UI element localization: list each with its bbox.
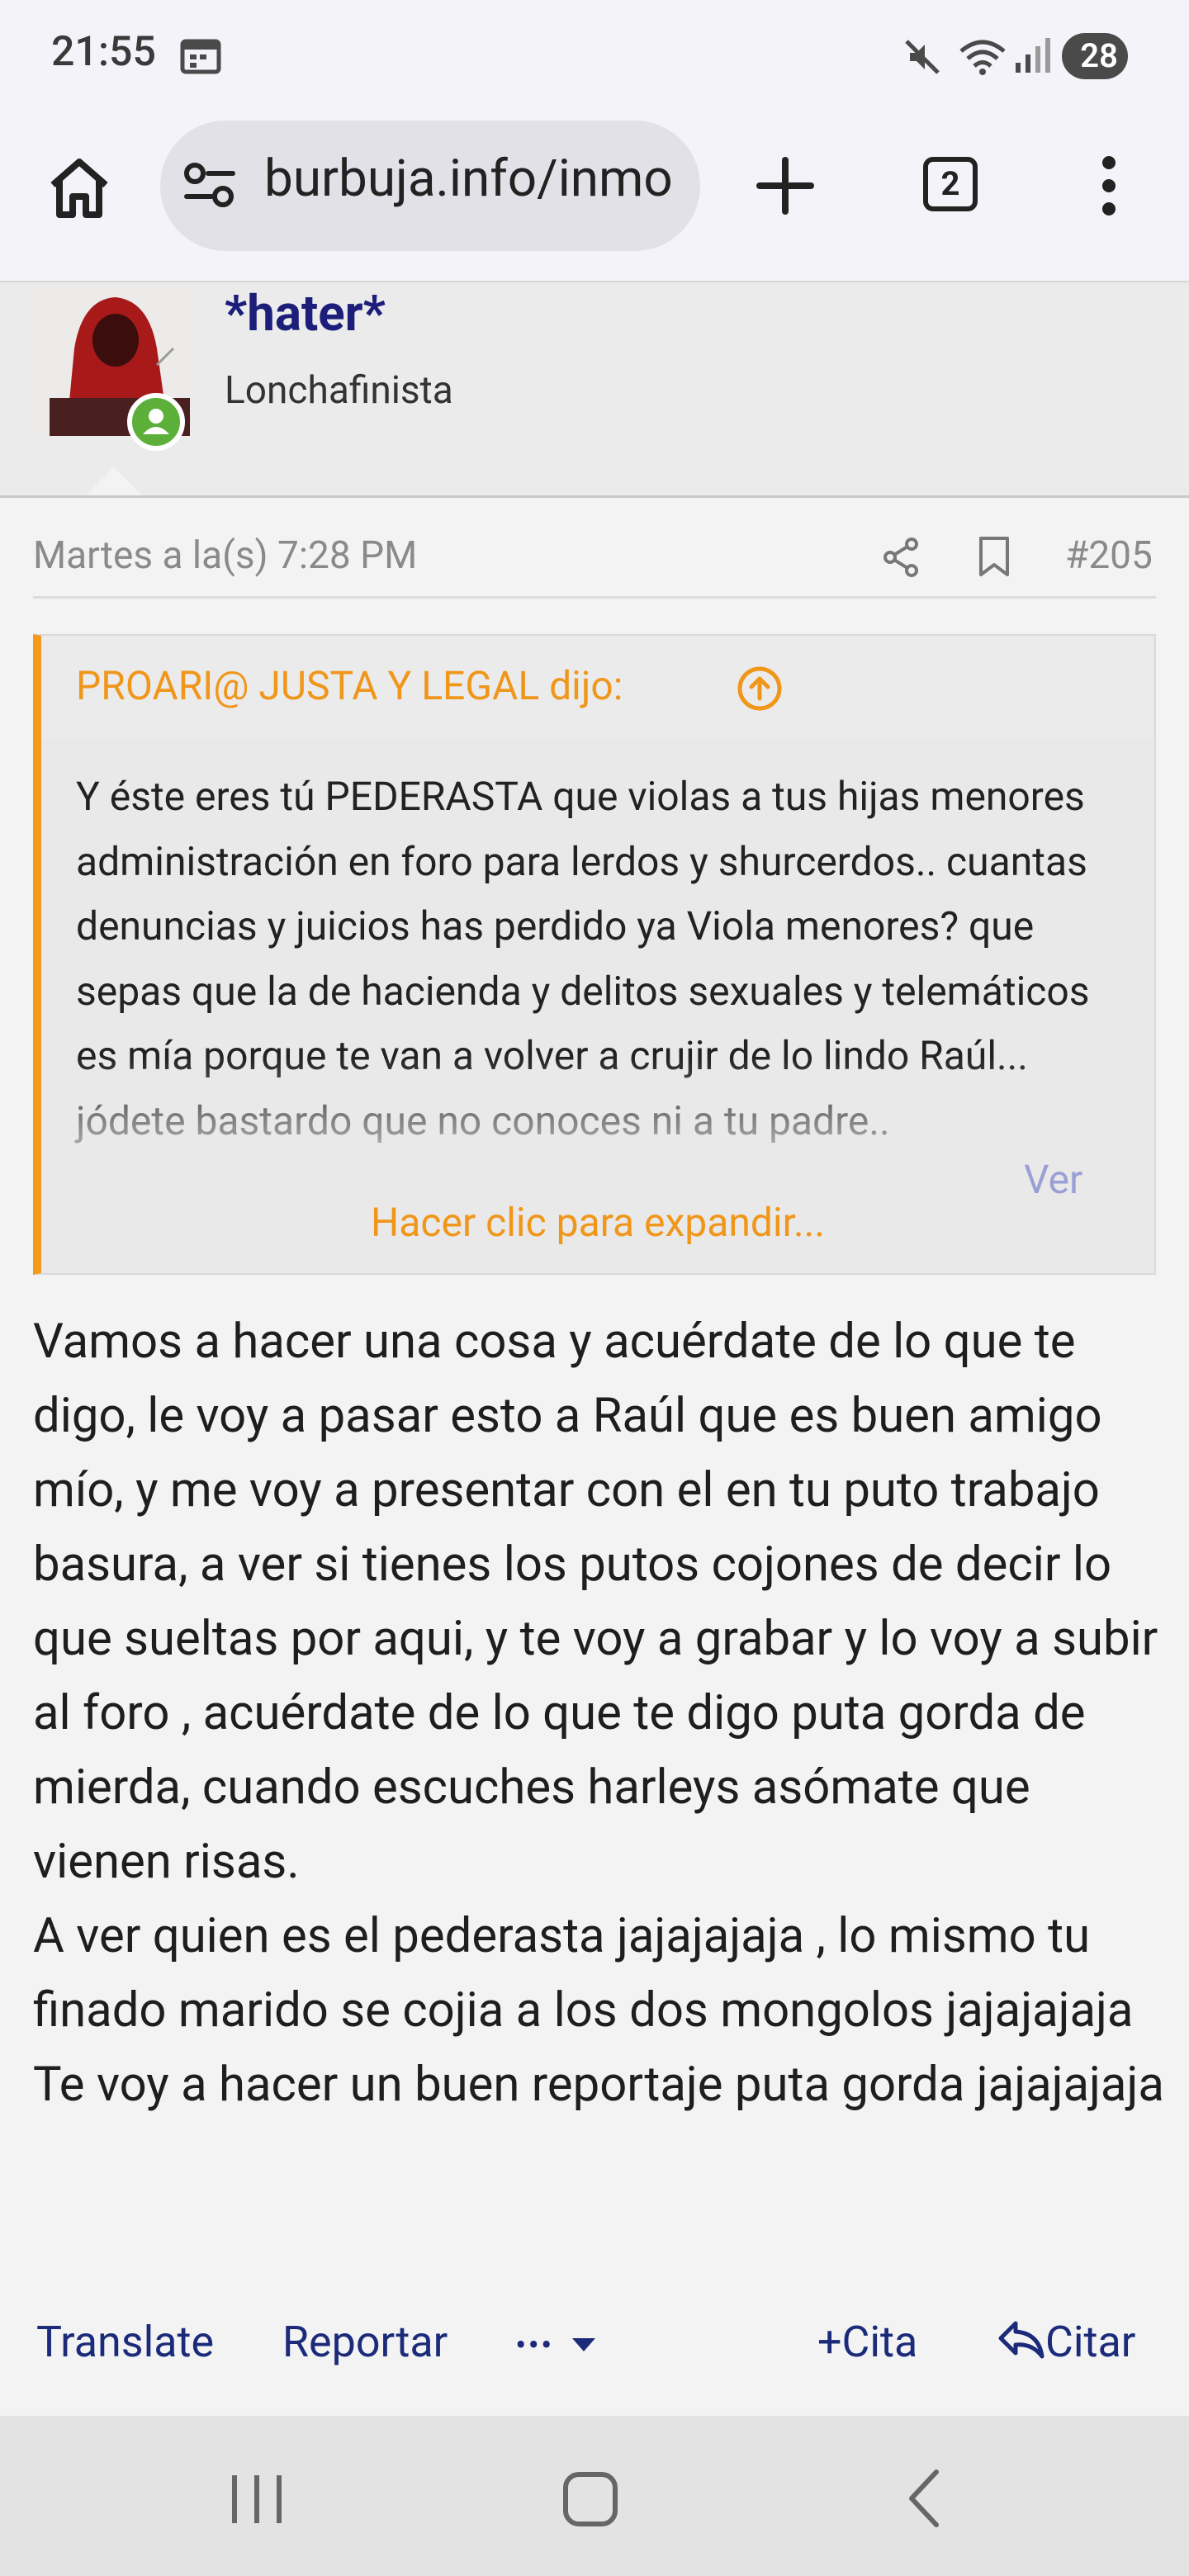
user-title: Lonchafinista <box>225 368 453 413</box>
expand-quote-link[interactable]: Hacer clic para expandir... <box>41 1199 1154 1246</box>
plus-icon: + <box>817 2317 842 2367</box>
bookmark-icon[interactable] <box>978 535 1011 581</box>
quote-author-link[interactable]: PROARI@ JUSTA Y LEGAL dijo: <box>76 662 623 709</box>
post-body: Vamos a hacer una cosa y acuérdate de lo… <box>33 1305 1164 2122</box>
more-actions-menu[interactable]: ••• <box>515 2317 596 2367</box>
chevron-down-icon <box>572 2338 596 2352</box>
online-status-icon <box>127 393 185 451</box>
tab-switcher-button[interactable]: 2 <box>923 157 978 211</box>
battery-indicator: 28 <box>1062 33 1128 79</box>
post-paragraph: A ver quien es el pederasta jajajajaja ,… <box>33 1908 1134 2039</box>
translate-link[interactable]: Translate <box>36 2317 214 2367</box>
reply-icon <box>996 2318 1045 2372</box>
post-paragraph: Te voy a hacer un buen reportaje puta go… <box>33 2057 1164 2113</box>
post-pointer <box>86 467 142 495</box>
url-text[interactable]: burbuja.info/inmo <box>264 149 677 209</box>
home-icon[interactable] <box>46 157 112 223</box>
status-time: 21:55 <box>51 28 156 76</box>
more-options-icon[interactable] <box>1098 155 1120 220</box>
divider <box>33 596 1156 599</box>
quote-fade-overlay <box>41 1057 1154 1205</box>
post-number-link[interactable]: #205 <box>1065 533 1153 578</box>
more-actions-label: ••• <box>515 2326 554 2365</box>
wifi-icon <box>958 33 1007 79</box>
home-nav-icon[interactable] <box>561 2470 619 2531</box>
recent-apps-icon[interactable] <box>228 2472 286 2530</box>
new-tab-icon[interactable] <box>756 157 814 218</box>
post-paragraph: Vamos a hacer una cosa y acuérdate de lo… <box>33 1314 1158 1890</box>
share-icon[interactable] <box>882 537 920 581</box>
site-settings-icon[interactable] <box>183 160 236 213</box>
post-date[interactable]: Martes a la(s) 7:28 PM <box>33 533 417 578</box>
go-to-quote-icon[interactable] <box>737 665 783 715</box>
reply-label: Citar <box>1045 2317 1136 2367</box>
mute-icon <box>902 36 943 81</box>
signal-icon <box>1012 35 1052 78</box>
username-link[interactable]: *hater* <box>225 284 386 343</box>
report-link[interactable]: Reportar <box>282 2317 448 2367</box>
calendar-icon <box>180 36 221 78</box>
multi-quote-button[interactable]: +Cita <box>817 2317 917 2367</box>
back-icon[interactable] <box>905 2467 943 2533</box>
status-bar <box>0 0 1189 116</box>
multi-quote-label: Cita <box>841 2317 918 2367</box>
read-more-link[interactable]: Ver <box>1024 1156 1082 1203</box>
reply-button[interactable]: Citar <box>996 2317 1135 2372</box>
